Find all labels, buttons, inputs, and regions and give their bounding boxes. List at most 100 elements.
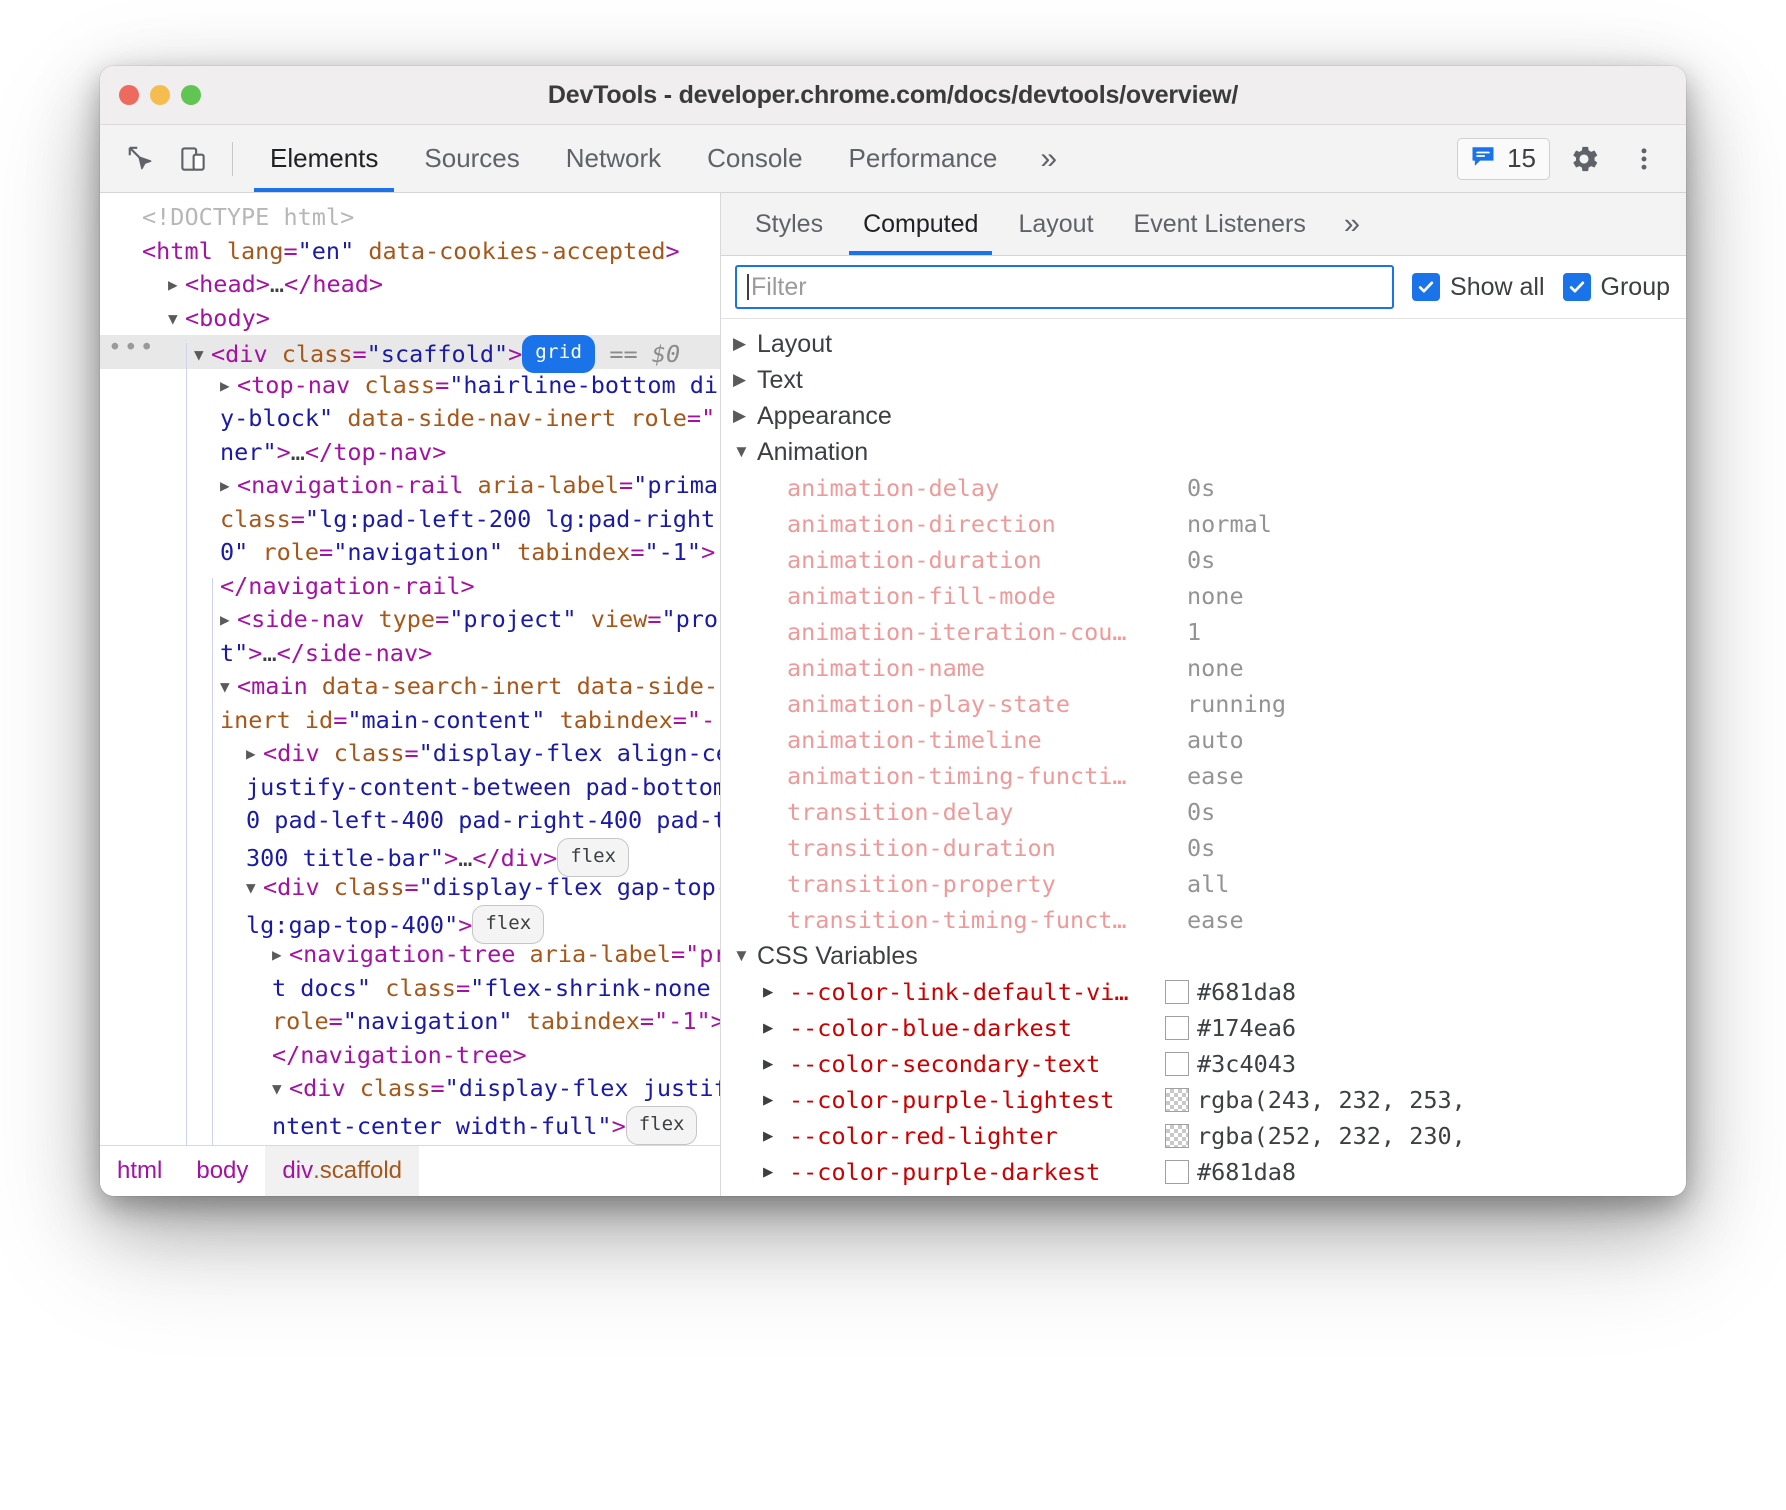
chevron-right-icon[interactable]	[246, 737, 263, 771]
chevron-down-icon[interactable]	[733, 946, 757, 966]
dom-tree-row[interactable]: class="lg:pad-left-200 lg:pad-right	[100, 503, 720, 537]
tab-elements[interactable]: Elements	[247, 125, 401, 192]
css-variable-row[interactable]: --color-purple-darkest#681da8	[721, 1154, 1686, 1190]
dom-tree-row[interactable]: <head>…</head>	[100, 268, 720, 302]
computed-property-row[interactable]: animation-timing-functi…ease	[721, 758, 1686, 794]
computed-property-row[interactable]: animation-namenone	[721, 650, 1686, 686]
dom-tree-row[interactable]: justify-content-between pad-bottom	[100, 771, 720, 805]
tab-sources[interactable]: Sources	[401, 125, 542, 192]
inspect-element-icon[interactable]	[118, 136, 164, 182]
color-swatch[interactable]	[1165, 980, 1189, 1004]
chevron-right-icon[interactable]	[220, 469, 237, 503]
dom-tree-row[interactable]: <body>	[100, 302, 720, 336]
computed-property-row[interactable]: transition-delay0s	[721, 794, 1686, 830]
more-sidebar-tabs-icon[interactable]: »	[1326, 193, 1378, 255]
chevron-right-icon[interactable]	[733, 370, 757, 390]
tab-layout[interactable]: Layout	[998, 193, 1113, 255]
chevron-right-icon[interactable]	[763, 1090, 789, 1110]
dom-tree-row[interactable]: 300 title-bar">…</div>flex	[100, 838, 720, 872]
dom-tree-row[interactable]: t">…</side-nav>	[100, 637, 720, 671]
dom-tree-row[interactable]: <navigation-tree aria-label="pro	[100, 938, 720, 972]
chevron-down-icon[interactable]	[168, 302, 185, 336]
dom-tree-row[interactable]: role="navigation" tabindex="-1">	[100, 1005, 720, 1039]
chevron-down-icon[interactable]	[733, 442, 757, 462]
dom-tree-row[interactable]: <html lang="en" data-cookies-accepted>	[100, 235, 720, 269]
breadcrumb-item[interactable]: body	[179, 1146, 265, 1196]
grid-badge[interactable]: grid	[522, 335, 595, 373]
dom-tree-row[interactable]: <div class="display-flex gap-top-3	[100, 871, 720, 905]
computed-group-css-variables[interactable]: CSS Variables	[721, 938, 1686, 974]
computed-group-animation[interactable]: Animation	[721, 434, 1686, 470]
css-variable-row[interactable]: --color-purple-lightestrgba(243, 232, 25…	[721, 1082, 1686, 1118]
chevron-right-icon[interactable]	[733, 334, 757, 354]
chevron-right-icon[interactable]	[220, 603, 237, 637]
close-window-button[interactable]	[119, 85, 139, 105]
maximize-window-button[interactable]	[181, 85, 201, 105]
dom-tree-row[interactable]: <!DOCTYPE html>	[100, 201, 720, 235]
dom-tree-row[interactable]: <navigation-rail aria-label="primar	[100, 469, 720, 503]
chevron-right-icon[interactable]	[220, 369, 237, 403]
color-swatch[interactable]	[1165, 1052, 1189, 1076]
computed-property-row[interactable]: animation-directionnormal	[721, 506, 1686, 542]
tab-performance[interactable]: Performance	[826, 125, 1021, 192]
css-variable-row[interactable]: --color-secondary-text#3c4043	[721, 1046, 1686, 1082]
dom-tree-row[interactable]: <main data-search-inert data-side-n	[100, 670, 720, 704]
chevron-right-icon[interactable]	[272, 938, 289, 972]
chevron-right-icon[interactable]	[763, 1126, 789, 1146]
minimize-window-button[interactable]	[150, 85, 170, 105]
dom-tree-row[interactable]: <top-nav class="hairline-bottom dis	[100, 369, 720, 403]
css-variable-row[interactable]: --color-link-default-vi…#681da8	[721, 974, 1686, 1010]
chevron-right-icon[interactable]	[733, 406, 757, 426]
computed-property-row[interactable]: transition-timing-funct…ease	[721, 902, 1686, 938]
computed-property-row[interactable]: animation-timelineauto	[721, 722, 1686, 758]
computed-group-appearance[interactable]: Appearance	[721, 398, 1686, 434]
computed-property-row[interactable]: transition-duration0s	[721, 830, 1686, 866]
css-variable-row[interactable]: --color-red-lighterrgba(252, 232, 230,	[721, 1118, 1686, 1154]
tab-computed[interactable]: Computed	[843, 193, 998, 255]
computed-property-row[interactable]: transition-propertyall	[721, 866, 1686, 902]
chevron-down-icon[interactable]	[220, 670, 237, 704]
dom-tree-row[interactable]: lg:gap-top-400">flex	[100, 905, 720, 939]
dom-tree-row[interactable]: 0" role="navigation" tabindex="-1">	[100, 536, 720, 570]
issues-button[interactable]: 15	[1457, 138, 1550, 180]
dom-tree[interactable]: <!DOCTYPE html><html lang="en" data-cook…	[100, 193, 720, 1145]
tab-event-listeners[interactable]: Event Listeners	[1114, 193, 1326, 255]
flex-badge[interactable]: flex	[626, 1106, 698, 1146]
dom-tree-row[interactable]: inert id="main-content" tabindex="-	[100, 704, 720, 738]
dom-tree-row[interactable]: <div class="display-flex justify	[100, 1072, 720, 1106]
color-swatch[interactable]	[1165, 1088, 1189, 1112]
dom-tree-row[interactable]: 0 pad-left-400 pad-right-400 pad-t	[100, 804, 720, 838]
dom-tree-row[interactable]: <div class="display-flex align-cen	[100, 737, 720, 771]
computed-property-row[interactable]: animation-delay0s	[721, 470, 1686, 506]
dom-tree-row[interactable]: </navigation-rail>	[100, 570, 720, 604]
dom-tree-row[interactable]: <side-nav type="project" view="proj	[100, 603, 720, 637]
device-toolbar-icon[interactable]	[170, 136, 216, 182]
dom-tree-row[interactable]: ntent-center width-full">flex	[100, 1106, 720, 1140]
computed-properties-list[interactable]: LayoutTextAppearanceAnimationanimation-d…	[721, 319, 1686, 1196]
computed-property-row[interactable]: animation-play-staterunning	[721, 686, 1686, 722]
computed-group-text[interactable]: Text	[721, 362, 1686, 398]
color-swatch[interactable]	[1165, 1160, 1189, 1184]
computed-property-row[interactable]: animation-duration0s	[721, 542, 1686, 578]
chevron-down-icon[interactable]	[194, 338, 211, 372]
breadcrumb-item[interactable]: div.scaffold	[265, 1146, 419, 1196]
chevron-right-icon[interactable]	[763, 1162, 789, 1182]
tab-styles[interactable]: Styles	[735, 193, 843, 255]
computed-group-layout[interactable]: Layout	[721, 326, 1686, 362]
dom-tree-row[interactable]: ner">…</top-nav>	[100, 436, 720, 470]
computed-property-row[interactable]: animation-iteration-cou…1	[721, 614, 1686, 650]
tab-console[interactable]: Console	[684, 125, 825, 192]
breadcrumb-item[interactable]: html	[100, 1146, 179, 1196]
kebab-menu-icon[interactable]	[1618, 133, 1670, 185]
css-variable-row[interactable]: --rgb-pink-darkest156, 22, 107	[721, 1190, 1686, 1196]
dom-tree-row[interactable]: t docs" class="flex-shrink-none	[100, 972, 720, 1006]
chevron-right-icon[interactable]	[763, 1054, 789, 1074]
row-more-icon[interactable]: •••	[108, 332, 156, 366]
dom-tree-row[interactable]: y-block" data-side-nav-inert role="	[100, 402, 720, 436]
dom-tree-row[interactable]: </navigation-tree>	[100, 1039, 720, 1073]
show-all-checkbox[interactable]: Show all	[1412, 273, 1545, 302]
chevron-right-icon[interactable]	[763, 1018, 789, 1038]
computed-property-row[interactable]: animation-fill-modenone	[721, 578, 1686, 614]
tab-network[interactable]: Network	[543, 125, 684, 192]
more-panels-icon[interactable]: »	[1020, 125, 1077, 192]
